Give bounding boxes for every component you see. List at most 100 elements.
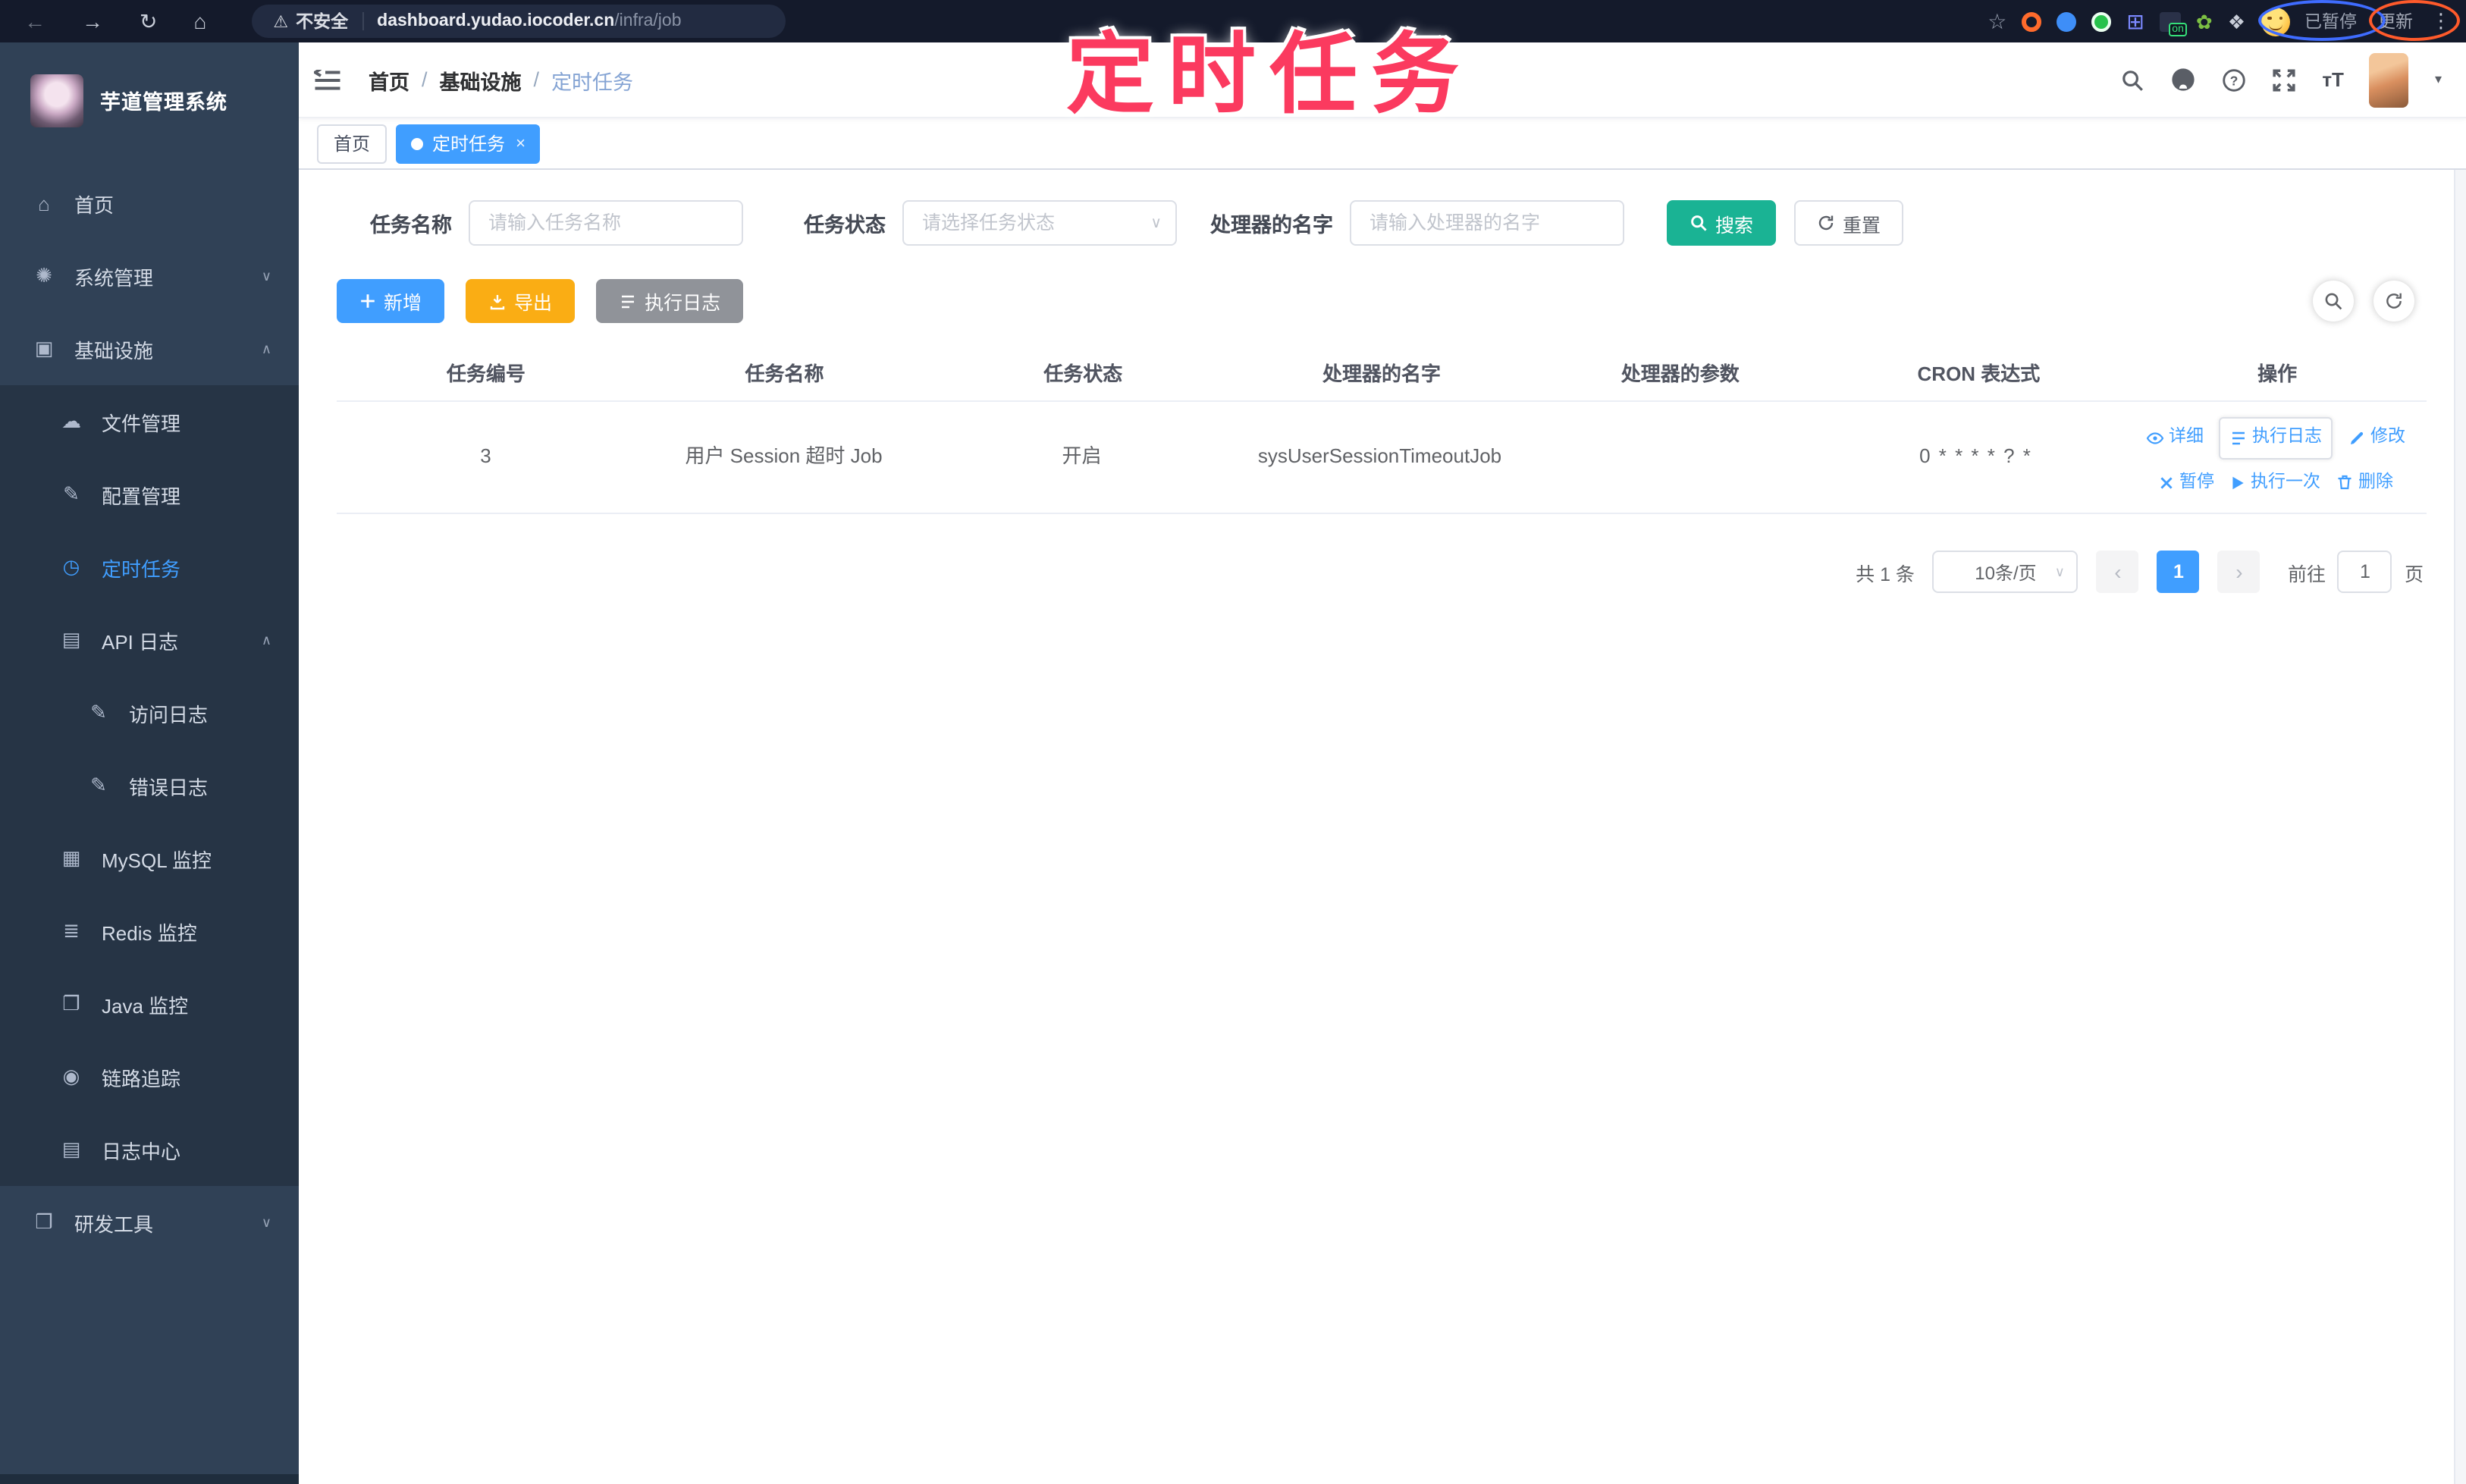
cell-job-status: 开启 [933,402,1231,514]
bookmark-star-icon[interactable]: ☆ [1988,8,2006,34]
sidebar-item-java-monitor[interactable]: ❐ Java 监控 [0,968,299,1040]
browser-reload-icon[interactable]: ↻ [140,11,157,32]
browser-menu-icon[interactable]: ⋮ [2431,9,2451,33]
log-list-icon [2232,431,2245,444]
chevron-up-icon: ∧ [261,632,271,647]
prev-page-button[interactable]: ‹ [2096,551,2139,593]
sidebar-item-access-log[interactable]: ✎ 访问日志 [0,676,299,749]
error-log-icon: ✎ [90,773,107,796]
app-title: 芋道管理系统 [100,91,227,114]
browser-home-icon[interactable]: ⌂ [193,11,206,32]
sidebar-item-label: Java 监控 [102,994,189,1017]
search-icon [2325,293,2342,310]
table-header-row: 任务编号 任务名称 任务状态 处理器的名字 处理器的参数 CRON 表达式 操作 [337,344,2427,402]
sidebar-item-file-manage[interactable]: ☁ 文件管理 [0,385,299,458]
sidebar-item-system-manage[interactable]: ✺ 系统管理 ∨ [0,240,299,312]
hide-search-button[interactable] [2313,281,2354,322]
help-icon[interactable]: ? [2222,67,2246,92]
collapse-sidebar-icon[interactable] [314,69,341,90]
breadcrumb-home[interactable]: 首页 [369,64,409,95]
sidebar-item-dev-tools[interactable]: ❒ 研发工具 ∨ [0,1186,299,1259]
tab-home[interactable]: 首页 [317,124,387,163]
breadcrumb-infrastructure[interactable]: 基础设施 [440,64,522,95]
handler-name-input[interactable] [1366,211,1608,235]
delete-link[interactable]: 删除 [2336,468,2393,497]
sidebar-item-home[interactable]: ⌂ 首页 [0,167,299,240]
sidebar-collapse-bar[interactable] [0,1473,299,1484]
profile-emoji-avatar[interactable] [2260,7,2289,36]
extension-green-icon[interactable] [2091,11,2112,31]
chevron-up-icon: ∧ [261,340,271,356]
goto-label: 前往 [2287,563,2326,585]
edit-link[interactable]: 修改 [2348,423,2405,453]
detail-link[interactable]: 详细 [2146,423,2204,453]
sidebar-item-api-log[interactable]: ▤ API 日志 ∧ [0,604,299,676]
security-label[interactable]: 不安全 [296,9,348,33]
search-icon[interactable] [2120,67,2144,92]
app-logo[interactable]: 芋道管理系统 [0,42,299,158]
url-path: /infra/job [614,12,682,30]
sidebar-item-mysql-monitor[interactable]: ▦ MySQL 监控 [0,822,299,895]
sidebar-item-label: 日志中心 [102,1140,181,1162]
sidebar-item-log-center[interactable]: ▤ 日志中心 [0,1113,299,1186]
api-log-icon: ▤ [61,628,81,651]
job-status-select-input[interactable] [919,211,1160,235]
export-button[interactable]: 导出 [466,279,576,323]
col-job-status: 任务状态 [933,344,1233,402]
extension-grid-icon[interactable]: ⊞ [2126,11,2144,32]
browser-toolbar-right: ☆ ⊞ on ✿ ❖ 已暂停 更新 ⋮ [1988,7,2451,36]
pause-link[interactable]: 暂停 [2158,468,2214,497]
download-icon [490,294,505,309]
chevron-down-icon: ∨ [261,1214,271,1229]
page-size-select[interactable]: 10条/页 ∨ [1932,551,2079,593]
sidebar-item-error-log[interactable]: ✎ 错误日志 [0,749,299,822]
extension-list-icon[interactable]: on [2159,11,2187,36]
extensions-puzzle-icon[interactable]: ❖ [2228,11,2245,31]
exec-log-link[interactable]: 执行日志 [2229,423,2322,453]
user-caret-icon[interactable]: ▾ [2435,71,2442,88]
extension-orange-icon[interactable] [2022,11,2042,31]
browser-forward-icon[interactable]: → [82,11,103,32]
sidebar-item-label: 定时任务 [102,557,181,580]
job-name-input[interactable] [485,211,726,235]
sidebar-item-config-manage[interactable]: ✎ 配置管理 [0,458,299,531]
dev-tools-icon: ❒ [35,1210,53,1233]
scrollbar[interactable] [2454,170,2466,1484]
navbar: 首页 / 基础设施 / 定时任务 ? тT ▾ [299,42,2466,118]
github-icon[interactable] [2170,67,2196,93]
active-dot [411,137,424,149]
search-button[interactable]: 搜索 [1667,200,1777,246]
cell-cron: 0 * * * * ? * [1827,402,2125,514]
svg-text:?: ? [2230,72,2239,87]
page-1-button[interactable]: 1 [2157,551,2200,593]
sidebar-item-trace[interactable]: ◉ 链路追踪 [0,1040,299,1113]
handler-name-label: 处理器的名字 [1210,214,1333,237]
sidebar-item-redis-monitor[interactable]: ≣ Redis 监控 [0,895,299,968]
address-bar[interactable]: ⚠ 不安全 dashboard.yudao.iocoder.cn /infra/… [252,5,786,38]
run-once-link[interactable]: 执行一次 [2229,468,2320,497]
close-tab-icon[interactable]: × [516,134,526,152]
exec-log-button[interactable]: 执行日志 [596,279,744,323]
next-page-button[interactable]: › [2217,551,2260,593]
extension-plant-icon[interactable]: ✿ [2196,11,2213,31]
sidebar-item-label: 链路追踪 [102,1067,181,1090]
extension-blue-icon[interactable] [2057,11,2077,31]
fullscreen-icon[interactable] [2272,67,2296,92]
job-status-select[interactable]: ∨ [902,200,1177,246]
update-button[interactable]: 更新 [2378,9,2413,33]
search-form: 任务名称 任务状态 ∨ 处理器的名字 搜索 [370,200,2427,246]
sidebar-item-infrastructure[interactable]: ▣ 基础设施 ∧ [0,312,299,385]
tab-job[interactable]: 定时任务 × [396,124,541,163]
user-avatar[interactable] [2369,52,2409,107]
font-size-icon[interactable]: тT [2322,68,2344,91]
sidebar-item-job[interactable]: ◷ 定时任务 [0,531,299,604]
reset-button[interactable]: 重置 [1794,200,1904,246]
browser-back-icon[interactable]: ← [24,11,45,32]
handler-name-input-wrap [1350,200,1624,246]
goto-page-input[interactable] [2337,551,2392,593]
redis-monitor-icon: ≣ [63,919,80,942]
refresh-table-button[interactable] [2373,281,2414,322]
sidebar-item-label: 研发工具 [74,1213,154,1235]
add-button[interactable]: 新增 [337,279,445,323]
job-status-label: 任务状态 [804,214,886,237]
